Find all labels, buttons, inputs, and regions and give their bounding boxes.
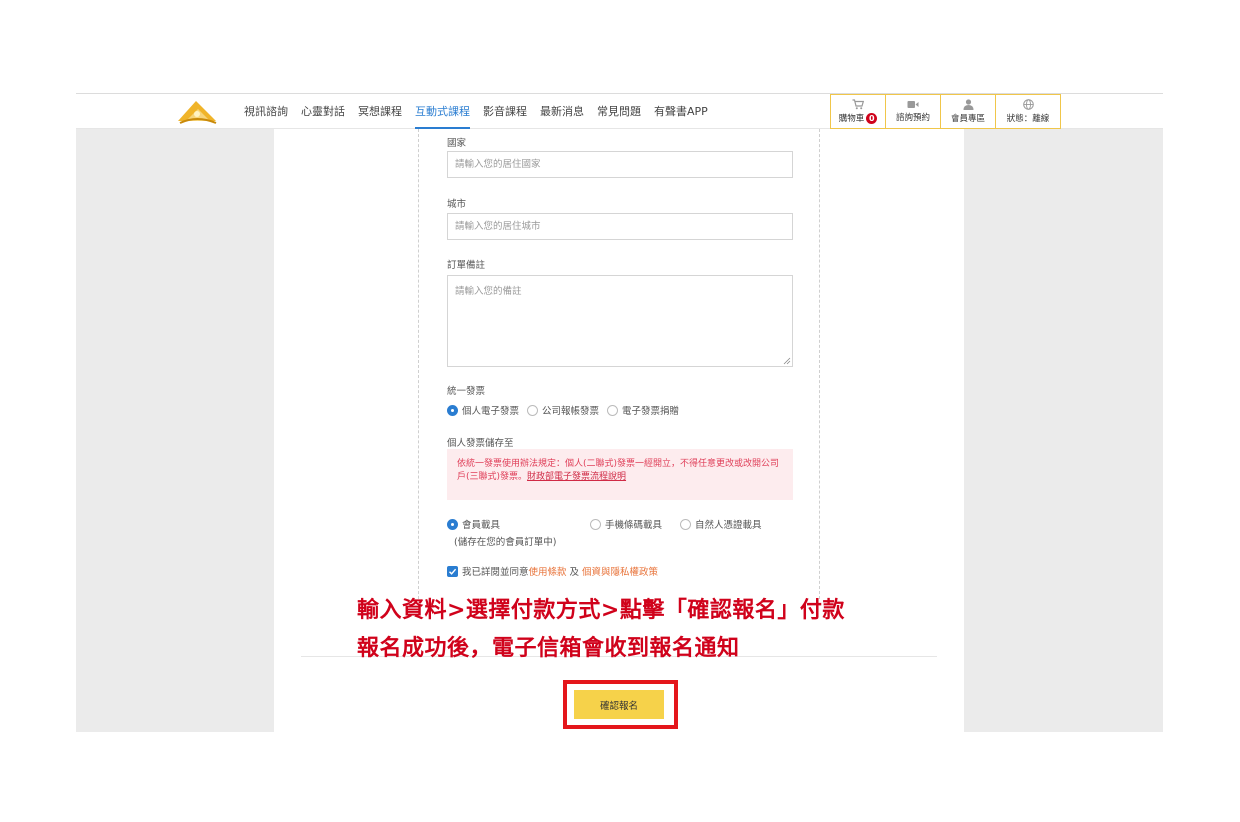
invoice-option-company[interactable]: 公司報帳發票 bbox=[527, 403, 599, 417]
cart-label-wrap: 購物車 0 bbox=[839, 112, 878, 124]
status-label: 狀態：離線 bbox=[1006, 114, 1050, 124]
annotation-result-text: 報名成功後，電子信箱會收到報名通知 bbox=[357, 636, 740, 661]
agreement-row: 我已詳閱並同意 使用條款 及 個資與隱私權政策 bbox=[447, 564, 658, 578]
invoice-process-link[interactable]: 財政部電子發票流程說明 bbox=[527, 472, 626, 482]
status-button[interactable]: 狀態：離線 bbox=[995, 94, 1061, 129]
invoice-notice: 依統一發票使用辦法規定：個人(二聯式)發票一經開立，不得任意更改或改開公司戶(三… bbox=[447, 449, 793, 500]
carrier-option-label: 自然人憑證載具 bbox=[695, 520, 762, 531]
resize-handle-icon[interactable] bbox=[783, 357, 791, 365]
top-navigation-bar: 視訊諮詢 心靈對話 冥想課程 互動式課程 影音課程 最新消息 常見問題 有聲書A… bbox=[76, 94, 1163, 129]
carrier-option-label: 手機條碼載具 bbox=[605, 520, 663, 531]
confirm-registration-button[interactable]: 確認報名 bbox=[574, 690, 664, 719]
cart-label: 購物車 bbox=[838, 114, 865, 124]
carrier-type-group: 會員載具 手機條碼載具 自然人憑證載具 bbox=[447, 517, 797, 531]
order-note-textarea[interactable] bbox=[447, 275, 793, 367]
nav-link-audiobook-app[interactable]: 有聲書APP bbox=[654, 94, 708, 129]
utility-buttons: 購物車 0 諮詢預約 會員專區 狀態：離線 bbox=[830, 94, 1061, 129]
country-label: 國家 bbox=[447, 138, 467, 149]
invoice-type-group: 個人電子發票 公司報帳發票 電子發票捐贈 bbox=[447, 403, 687, 417]
order-note-label: 訂單備註 bbox=[447, 260, 486, 271]
registration-form: 國家 城市 訂單備註 統一發票 個人電子發票 公司報帳發票 電子發票捐贈 個 bbox=[418, 129, 820, 599]
nav-link-video-courses[interactable]: 影音課程 bbox=[483, 94, 527, 129]
nav-link-meditation[interactable]: 冥想課程 bbox=[358, 94, 402, 129]
annotation-step-text: 輸入資料>選擇付款方式>點擊「確認報名」付款 bbox=[357, 598, 845, 623]
radio-icon bbox=[607, 404, 619, 416]
user-icon bbox=[963, 99, 973, 110]
invoice-option-label: 個人電子發票 bbox=[462, 406, 520, 417]
cart-count-badge: 0 bbox=[866, 112, 878, 124]
consult-label: 諮詢預約 bbox=[895, 113, 930, 123]
main-menu: 視訊諮詢 心靈對話 冥想課程 互動式課程 影音課程 最新消息 常見問題 有聲書A… bbox=[244, 94, 721, 129]
carrier-option-label: 會員載具 bbox=[462, 520, 501, 531]
consult-booking-button[interactable]: 諮詢預約 bbox=[885, 94, 941, 129]
nav-link-video-consult[interactable]: 視訊諮詢 bbox=[244, 94, 288, 129]
carrier-note: (儲存在您的會員訂單中) bbox=[454, 537, 557, 548]
member-label: 會員專區 bbox=[950, 114, 985, 124]
radio-icon bbox=[527, 404, 539, 416]
privacy-policy-link[interactable]: 個資與隱私權政策 bbox=[582, 564, 658, 578]
city-input[interactable] bbox=[447, 213, 793, 240]
cart-icon bbox=[852, 99, 864, 110]
radio-icon bbox=[680, 518, 691, 530]
radio-selected-icon bbox=[447, 404, 458, 416]
globe-icon bbox=[1022, 99, 1034, 110]
cart-button[interactable]: 購物車 0 bbox=[830, 94, 886, 129]
carrier-option-member[interactable]: 會員載具 bbox=[447, 517, 500, 531]
screenshot: 視訊諮詢 心靈對話 冥想課程 互動式課程 影音課程 最新消息 常見問題 有聲書A… bbox=[0, 0, 1240, 822]
radio-selected-icon bbox=[447, 518, 458, 530]
invoice-option-donate[interactable]: 電子發票捐贈 bbox=[607, 403, 679, 417]
checkmark-icon bbox=[449, 568, 457, 575]
city-label: 城市 bbox=[447, 199, 467, 210]
invoice-option-label: 公司報帳發票 bbox=[542, 406, 600, 417]
invoice-store-label: 個人發票儲存至 bbox=[447, 438, 514, 449]
agree-and-text: 及 bbox=[569, 567, 580, 578]
video-camera-icon bbox=[907, 101, 919, 108]
terms-link[interactable]: 使用條款 bbox=[529, 564, 567, 578]
nav-link-news[interactable]: 最新消息 bbox=[540, 94, 584, 129]
nav-link-soul-dialogue[interactable]: 心靈對話 bbox=[301, 94, 345, 129]
radio-icon bbox=[590, 518, 601, 530]
carrier-option-mobile-barcode[interactable]: 手機條碼載具 bbox=[590, 517, 662, 531]
site-logo[interactable] bbox=[176, 97, 218, 125]
member-area-button[interactable]: 會員專區 bbox=[940, 94, 996, 129]
invoice-option-label: 電子發票捐贈 bbox=[622, 406, 680, 417]
agree-prefix-text: 我已詳閱並同意 bbox=[462, 567, 529, 578]
nav-link-interactive-courses[interactable]: 互動式課程 bbox=[415, 94, 470, 129]
agree-checkbox[interactable] bbox=[447, 565, 458, 577]
invoice-label: 統一發票 bbox=[447, 386, 486, 397]
country-input[interactable] bbox=[447, 151, 793, 178]
invoice-option-personal[interactable]: 個人電子發票 bbox=[447, 403, 519, 417]
nav-link-faq[interactable]: 常見問題 bbox=[597, 94, 641, 129]
carrier-option-citizen-cert[interactable]: 自然人憑證載具 bbox=[680, 517, 762, 531]
